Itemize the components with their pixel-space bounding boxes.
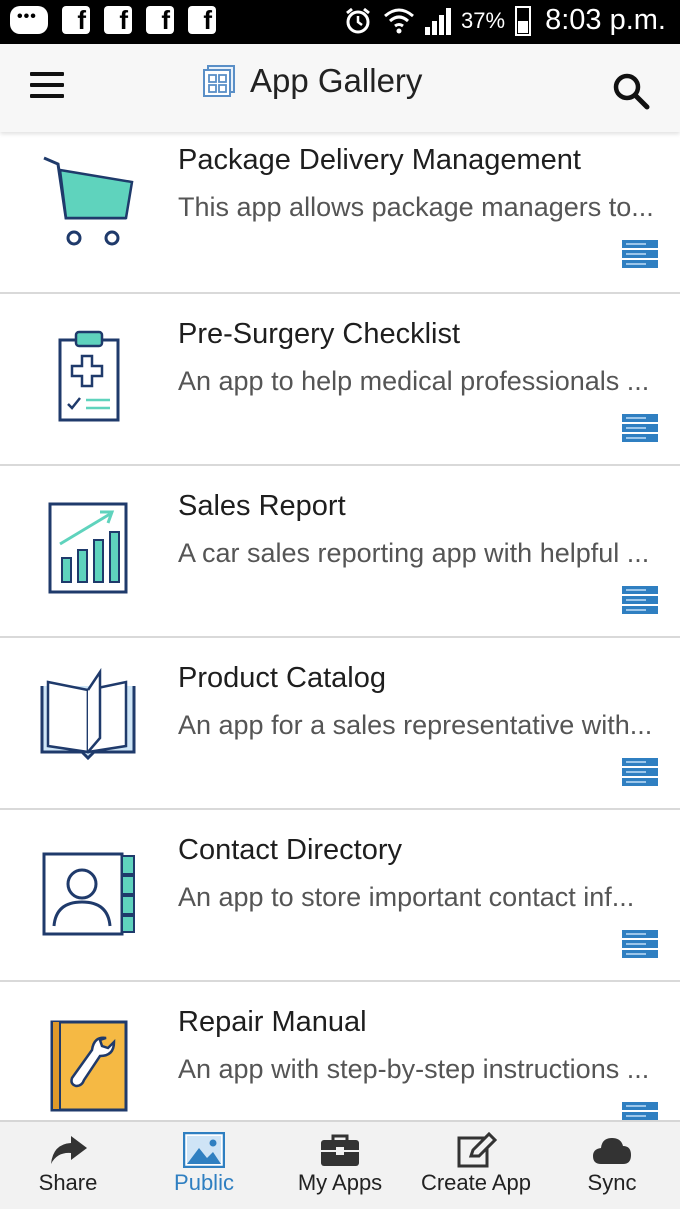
app-description: An app to store important contact inf...	[178, 882, 635, 912]
search-icon[interactable]	[612, 72, 650, 110]
app-description: An app to help medical professionals ...	[178, 366, 650, 396]
menu-button[interactable]	[30, 72, 64, 100]
signal-icon	[425, 7, 452, 35]
battery-percent: 37%	[461, 7, 506, 33]
app-header: App Gallery	[0, 44, 680, 132]
details-icon[interactable]	[622, 586, 658, 614]
list-item[interactable]: Product Catalog An app for a sales repre…	[0, 638, 680, 810]
app-name: Repair Manual	[178, 1006, 367, 1038]
hamburger-icon	[30, 72, 64, 76]
details-icon[interactable]	[622, 414, 658, 442]
messages-icon	[10, 6, 48, 34]
app-name: Product Catalog	[178, 662, 386, 694]
nav-my-apps[interactable]: My Apps	[272, 1122, 408, 1209]
wrench-book-icon	[50, 1020, 128, 1112]
cloud-icon	[593, 1138, 631, 1164]
image-icon	[183, 1132, 225, 1168]
header-title-group: App Gallery	[202, 62, 422, 100]
list-item[interactable]: Pre-Surgery Checklist An app to help med…	[0, 294, 680, 466]
bar-chart-icon	[48, 502, 128, 594]
nav-public[interactable]: Public	[136, 1122, 272, 1209]
medical-clipboard-icon	[58, 330, 120, 422]
app-name: Pre-Surgery Checklist	[178, 318, 461, 350]
contact-card-icon	[42, 852, 135, 936]
share-icon	[51, 1136, 87, 1164]
open-book-icon	[40, 668, 136, 761]
nav-sync-label: Sync	[587, 1170, 637, 1195]
nav-my-apps-label: My Apps	[297, 1170, 383, 1195]
facebook-icon: f	[62, 6, 90, 34]
bottom-nav: Share Public My Apps Create App Sync	[0, 1120, 680, 1209]
app-name: Contact Directory	[178, 834, 403, 866]
app-name: Package Delivery Management	[178, 144, 581, 176]
edit-icon	[457, 1132, 497, 1168]
app-list: Package Delivery Management This app all…	[0, 132, 680, 1120]
nav-public-label: Public	[174, 1170, 234, 1195]
app-description: A car sales reporting app with helpful .…	[178, 538, 650, 568]
list-item[interactable]: Repair Manual An app with step-by-step i…	[0, 982, 680, 1120]
app-name: Sales Report	[178, 490, 346, 522]
app-description: An app for a sales representative with..…	[178, 710, 653, 740]
details-icon[interactable]	[622, 930, 658, 958]
nav-share[interactable]: Share	[0, 1122, 136, 1209]
details-icon[interactable]	[622, 240, 658, 268]
list-item[interactable]: Package Delivery Management This app all…	[0, 132, 680, 294]
status-bar: f f f f 37% 8:03 p.m.	[0, 0, 680, 44]
clock: 8:03 p.m.	[545, 4, 666, 36]
list-item[interactable]: Contact Directory An app to store import…	[0, 810, 680, 982]
battery-icon	[515, 5, 532, 36]
nav-share-label: Share	[38, 1170, 98, 1195]
details-icon[interactable]	[622, 1102, 658, 1120]
briefcase-icon	[321, 1134, 359, 1166]
wifi-icon	[384, 8, 415, 33]
facebook-icon: f	[104, 6, 132, 34]
app-description: An app with step-by-step instructions ..…	[178, 1054, 650, 1084]
nav-create-app[interactable]: Create App	[408, 1122, 544, 1209]
list-item[interactable]: Sales Report A car sales reporting app w…	[0, 466, 680, 638]
page-title: App Gallery	[250, 62, 423, 99]
details-icon[interactable]	[622, 758, 658, 786]
nav-create-app-label: Create App	[420, 1170, 532, 1195]
shopping-cart-icon	[43, 156, 134, 246]
app-gallery-icon	[203, 65, 235, 97]
alarm-icon	[346, 7, 370, 33]
facebook-icon: f	[146, 6, 174, 34]
app-description: This app allows package managers to...	[178, 192, 654, 222]
nav-sync[interactable]: Sync	[544, 1122, 680, 1209]
facebook-icon: f	[188, 6, 216, 34]
